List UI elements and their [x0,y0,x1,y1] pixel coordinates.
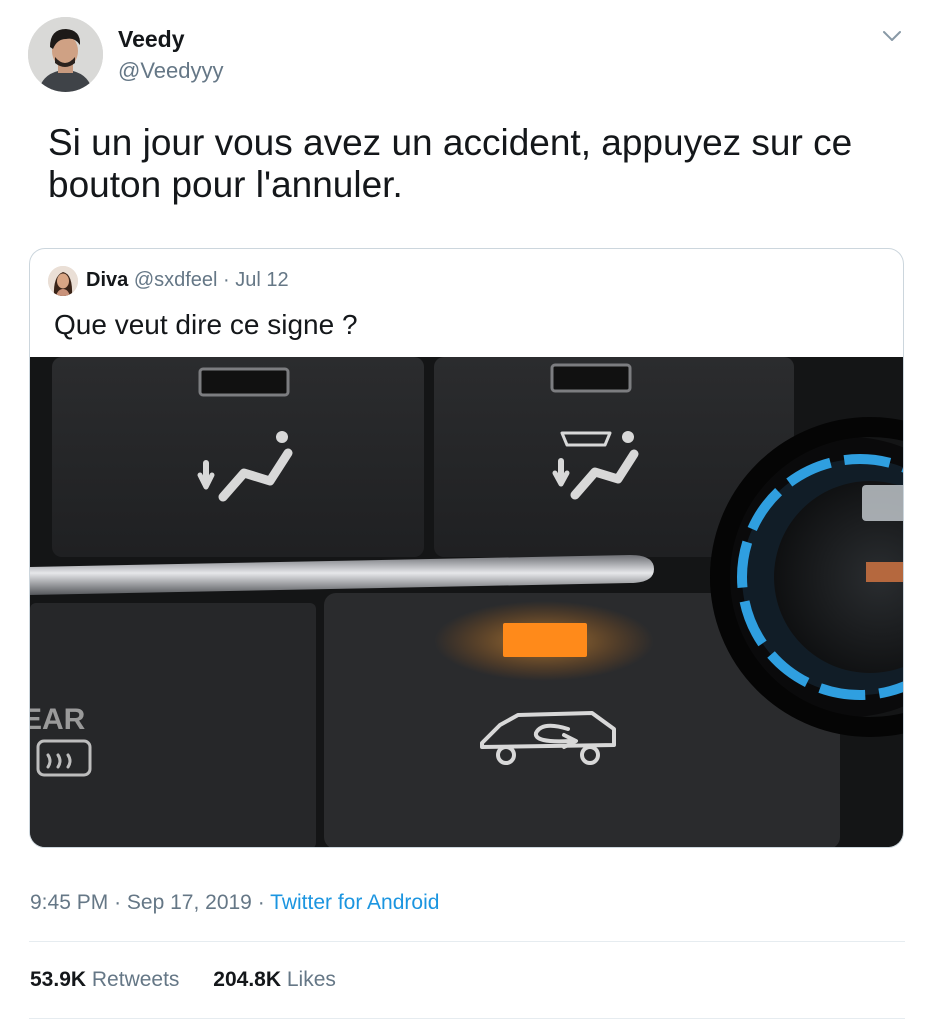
tweet-meta: 9:45 PM · Sep 17, 2019 · Twitter for And… [30,891,439,915]
retweets-label: Retweets [91,968,180,991]
quoted-date[interactable]: Jul 12 [235,269,288,291]
quoted-text: Que veut dire ce signe ? [54,309,358,340]
quoted-author-handle[interactable]: @sxdfeel [134,269,218,291]
tweet-card: Veedy @Veedyyy Si un jour vous avez un a… [0,0,940,1024]
author-handle[interactable]: @Veedyyy [118,58,224,84]
tweet-stats: 53.9K Retweets 204.8K Likes [30,968,336,992]
meta-separator-2: · [257,891,265,914]
divider-bottom [29,1018,905,1019]
tweet-text: Si un jour vous avez un accident, appuye… [48,122,853,205]
chevron-down-icon[interactable] [880,26,904,46]
quoted-photo[interactable]: EAR [30,357,904,848]
divider [29,941,905,942]
rear-label: EAR [30,703,86,736]
tweet-time[interactable]: 9:45 PM [30,891,108,914]
quoted-header: Diva @sxdfeel · Jul 12 [86,268,289,292]
quoted-tweet[interactable]: Diva @sxdfeel · Jul 12 Que veut dire ce … [29,248,904,848]
retweets-count: 53.9K [30,968,87,991]
likes-label: Likes [286,968,336,991]
likes-stat[interactable]: 204.8K Likes [213,968,336,992]
retweets-stat[interactable]: 53.9K Retweets [30,968,179,992]
quoted-separator: · [223,269,230,291]
quoted-author-name[interactable]: Diva [86,269,128,291]
meta-separator: · [114,891,122,914]
likes-count: 204.8K [213,968,281,991]
tweet-source-link[interactable]: Twitter for Android [270,891,439,914]
tweet-date[interactable]: Sep 17, 2019 [127,891,252,914]
author-avatar[interactable] [28,17,103,92]
quoted-author-avatar[interactable] [48,266,78,296]
author-name[interactable]: Veedy [118,26,185,53]
